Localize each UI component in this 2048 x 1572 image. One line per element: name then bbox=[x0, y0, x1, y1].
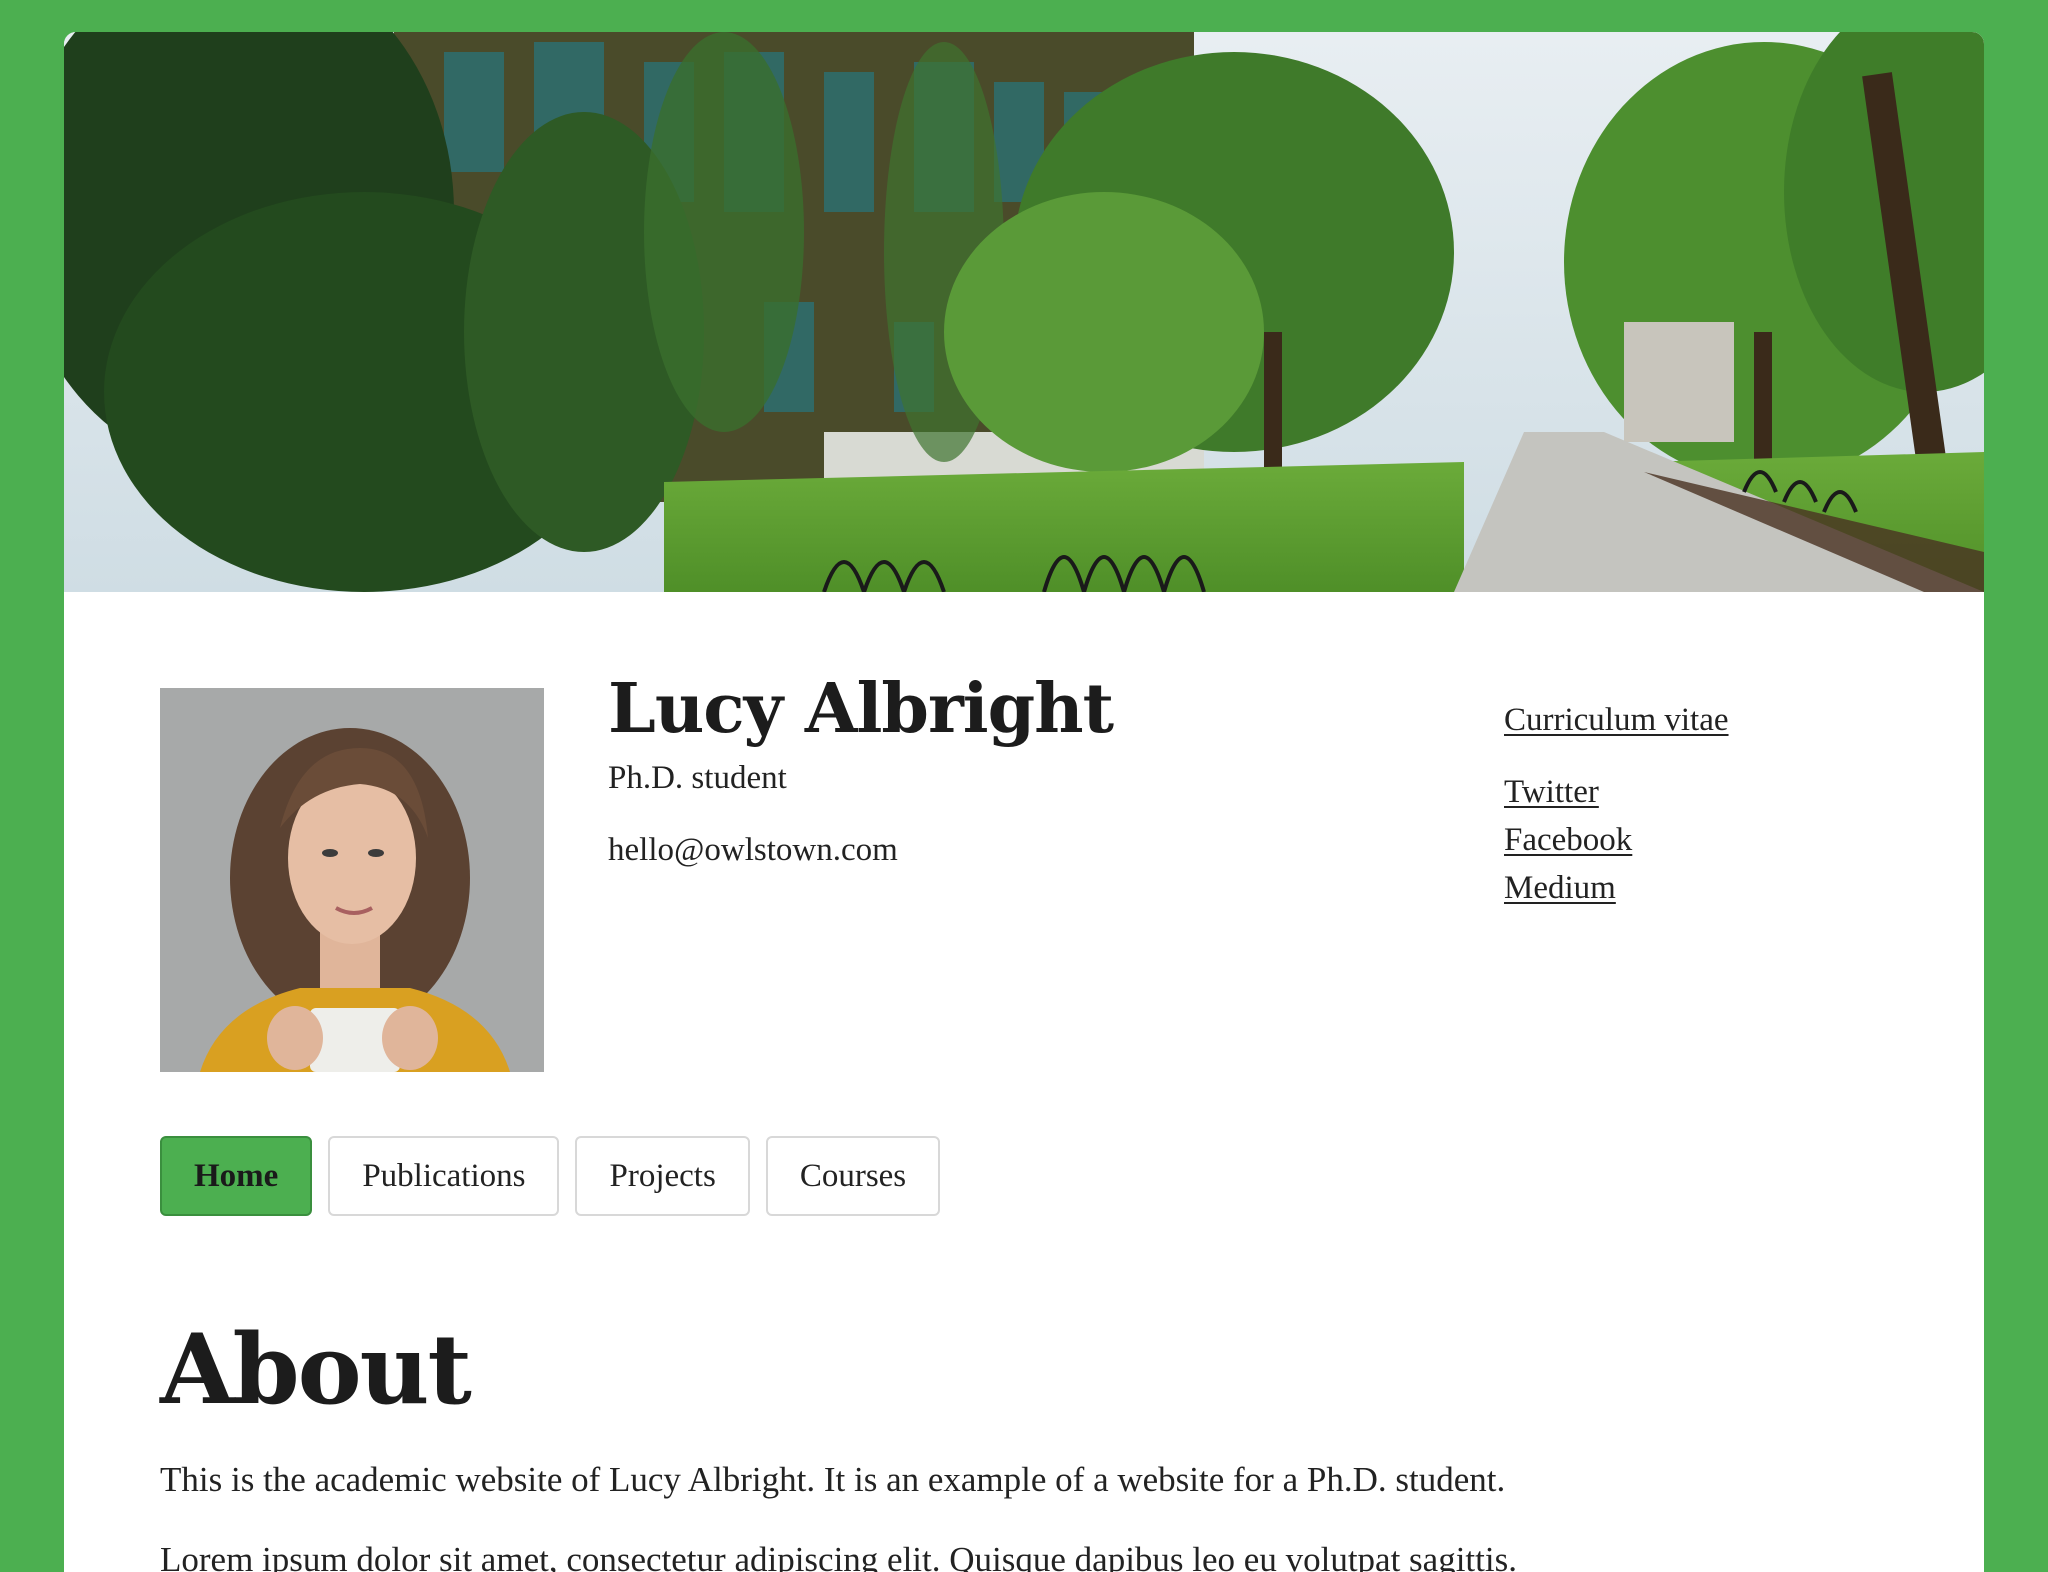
tab-projects[interactable]: Projects bbox=[575, 1136, 750, 1216]
about-heading: About bbox=[160, 1313, 472, 1426]
campus-banner-image bbox=[64, 32, 1984, 592]
profile-role: Ph.D. student bbox=[608, 760, 787, 796]
facebook-link[interactable]: Facebook bbox=[1504, 816, 1729, 864]
profile-name: Lucy Albright bbox=[608, 669, 1114, 749]
page-card: Lucy Albright Ph.D. student hello@owlsto… bbox=[64, 32, 1984, 1572]
about-paragraph: This is the academic website of Lucy Alb… bbox=[160, 1460, 1506, 1499]
cv-link[interactable]: Curriculum vitae bbox=[1504, 696, 1729, 744]
medium-link[interactable]: Medium bbox=[1504, 864, 1729, 912]
profile-photo bbox=[160, 688, 544, 1072]
tab-courses[interactable]: Courses bbox=[765, 1136, 941, 1216]
about-paragraph-lorem: Lorem ipsum dolor sit amet, consectetur … bbox=[160, 1540, 1517, 1572]
main-nav: Home Publications Projects Courses bbox=[160, 1136, 941, 1216]
tab-publications[interactable]: Publications bbox=[328, 1136, 560, 1216]
profile-email: hello@owlstown.com bbox=[608, 832, 898, 868]
tab-home[interactable]: Home bbox=[160, 1136, 313, 1216]
profile-links: Curriculum vitae Twitter Facebook Medium bbox=[1504, 696, 1729, 912]
twitter-link[interactable]: Twitter bbox=[1504, 768, 1729, 816]
